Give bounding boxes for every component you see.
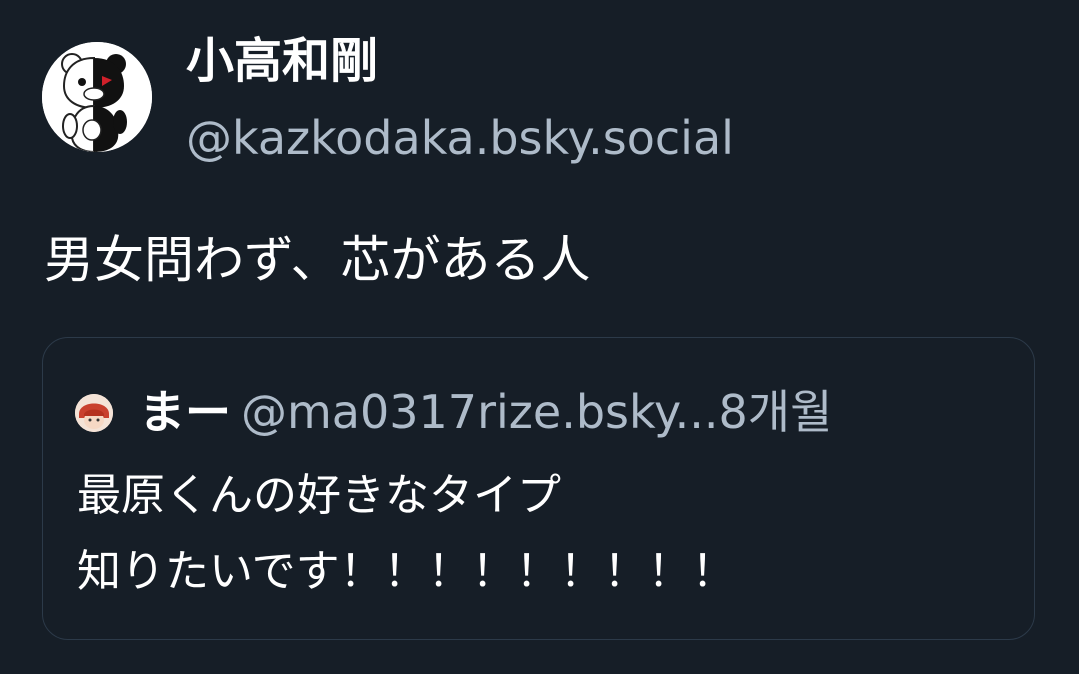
author-handle[interactable]: @kazkodaka.bsky.social bbox=[186, 106, 734, 170]
post-text: 男女問わず、芯がある人 bbox=[44, 231, 591, 289]
monokuma-avatar-icon bbox=[42, 42, 152, 152]
quote-text-line: 知りたいです！！！！！！！！！ bbox=[77, 546, 736, 597]
post: 小高和剛 @kazkodaka.bsky.social 男女問わず、芯がある人 … bbox=[0, 0, 1079, 674]
quote-header: まー @ma0317rize.bsky...8개월 bbox=[139, 382, 832, 442]
author-display-name[interactable]: 小高和剛 bbox=[186, 26, 378, 96]
quote-author-display-name[interactable]: まー bbox=[139, 385, 231, 439]
red-haired-character-avatar-icon bbox=[75, 394, 113, 432]
quoted-post-card[interactable]: まー @ma0317rize.bsky...8개월 最原くんの好きなタイプ 知りた… bbox=[42, 337, 1035, 640]
quote-text: 最原くんの好きなタイプ 知りたいです！！！！！！！！！ bbox=[77, 458, 736, 610]
quote-author-avatar[interactable] bbox=[75, 394, 113, 432]
author-avatar[interactable] bbox=[42, 42, 152, 152]
quote-timestamp: 8개월 bbox=[718, 385, 833, 439]
quote-text-line: 最原くんの好きなタイプ bbox=[77, 470, 561, 521]
quote-author-handle[interactable]: @ma0317rize.bsky... bbox=[241, 385, 719, 439]
